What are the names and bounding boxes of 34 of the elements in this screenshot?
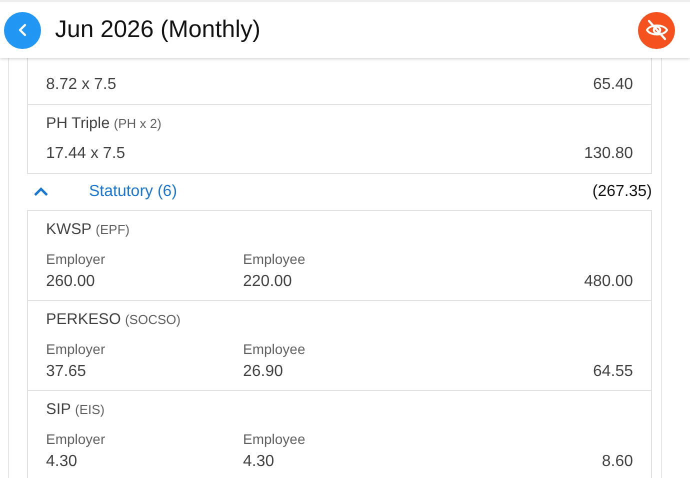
employer-amount: 260.00: [46, 272, 96, 292]
eye-slash-icon: [644, 18, 668, 42]
hide-button[interactable]: [638, 12, 675, 48]
employer-label: Employer: [46, 340, 106, 359]
employer-label: Employer: [46, 430, 106, 449]
back-button[interactable]: [4, 12, 41, 48]
amount: 65.40: [592, 75, 633, 95]
employer-amount: 37.65: [46, 362, 88, 382]
section-total: (267.35): [592, 183, 652, 201]
employer-amount: 4.30: [46, 452, 78, 472]
section-label: Statutory (6): [89, 183, 178, 201]
employee-amount: 220.00: [243, 272, 293, 292]
item-name: PH Triple: [46, 115, 110, 132]
total-amount: 480.00: [584, 272, 633, 292]
total-amount: 8.60: [602, 452, 633, 472]
item-name: KWSP: [46, 221, 92, 238]
employee-amount: 26.90: [243, 362, 284, 382]
calculation: 8.72 x 7.5: [46, 75, 116, 95]
item-name: SIP: [46, 401, 71, 418]
employee-label: Employee: [243, 340, 306, 359]
employer-label: Employer: [46, 250, 106, 269]
item-code: (PH x 2): [114, 116, 162, 131]
item-code: (EIS): [74, 402, 105, 417]
page-title: Jun 2026 (Monthly): [55, 16, 262, 44]
employee-label: Employee: [243, 250, 306, 269]
amount: 130.80: [584, 144, 633, 164]
item-code: (SOCSO): [124, 312, 181, 327]
item-name: PERKESO: [46, 311, 121, 328]
employee-label: Employee: [243, 430, 306, 449]
section-header[interactable]: Statutory (6) (267.35): [27, 174, 652, 210]
employee-amount: 4.30: [243, 452, 276, 472]
item-code: (EPF): [96, 222, 130, 237]
calculation: 17.44 x 7.5: [46, 144, 126, 164]
total-amount: 64.55: [592, 362, 633, 382]
